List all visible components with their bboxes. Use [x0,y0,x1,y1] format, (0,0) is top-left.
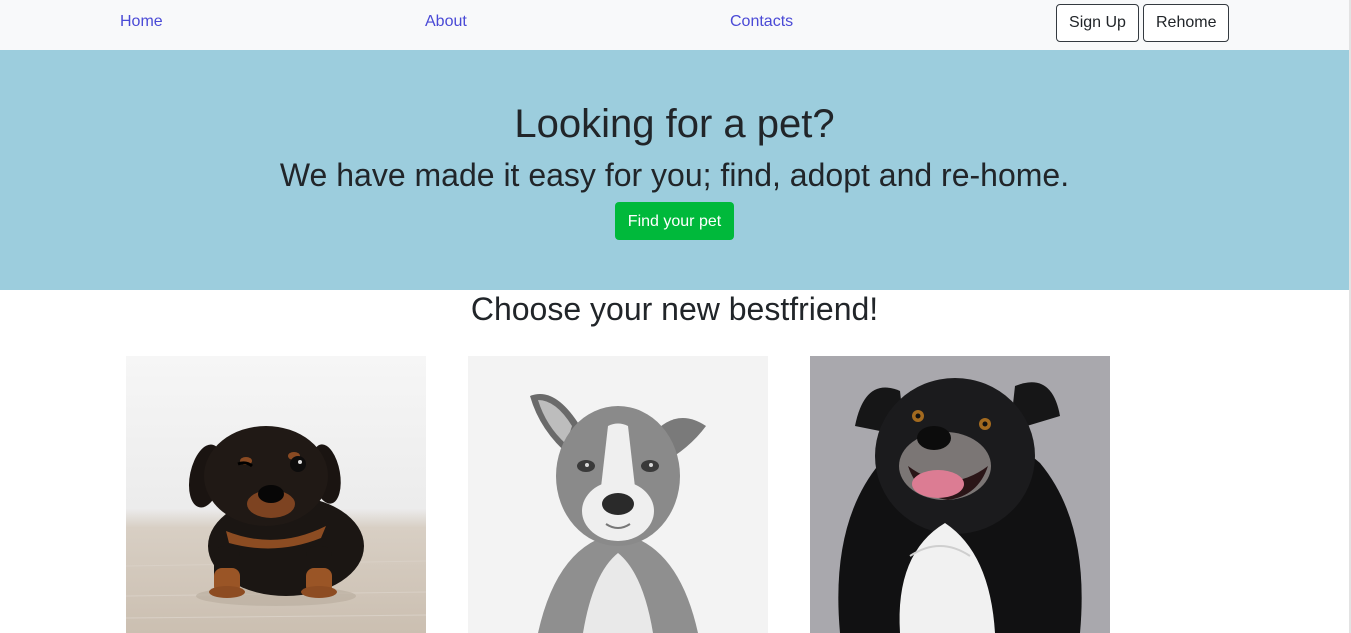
section-title: Choose your new bestfriend! [470,291,879,327]
puppy-photo [126,356,426,633]
find-your-pet-button[interactable]: Find your pet [615,202,734,240]
hero-title: Looking for a pet? [514,102,835,146]
hero-banner: Looking for a pet? We have made it easy … [0,50,1349,290]
rehome-button[interactable]: Rehome [1143,4,1229,42]
fluffy-dog-photo [810,356,1110,633]
nav-link-about[interactable]: About [425,12,467,32]
hero-subtitle: We have made it easy for you; find, adop… [279,157,1070,193]
top-navbar: Home About Contacts Sign Up Rehome [0,0,1351,50]
pet-card-grey-dog[interactable] [468,356,768,633]
nav-link-home[interactable]: Home [120,12,163,32]
grey-dog-photo [468,356,768,633]
pet-card-puppy[interactable] [126,356,426,633]
pet-card-fluffy-dog[interactable] [810,356,1110,633]
nav-link-contacts[interactable]: Contacts [730,12,793,32]
sign-up-button[interactable]: Sign Up [1056,4,1139,42]
